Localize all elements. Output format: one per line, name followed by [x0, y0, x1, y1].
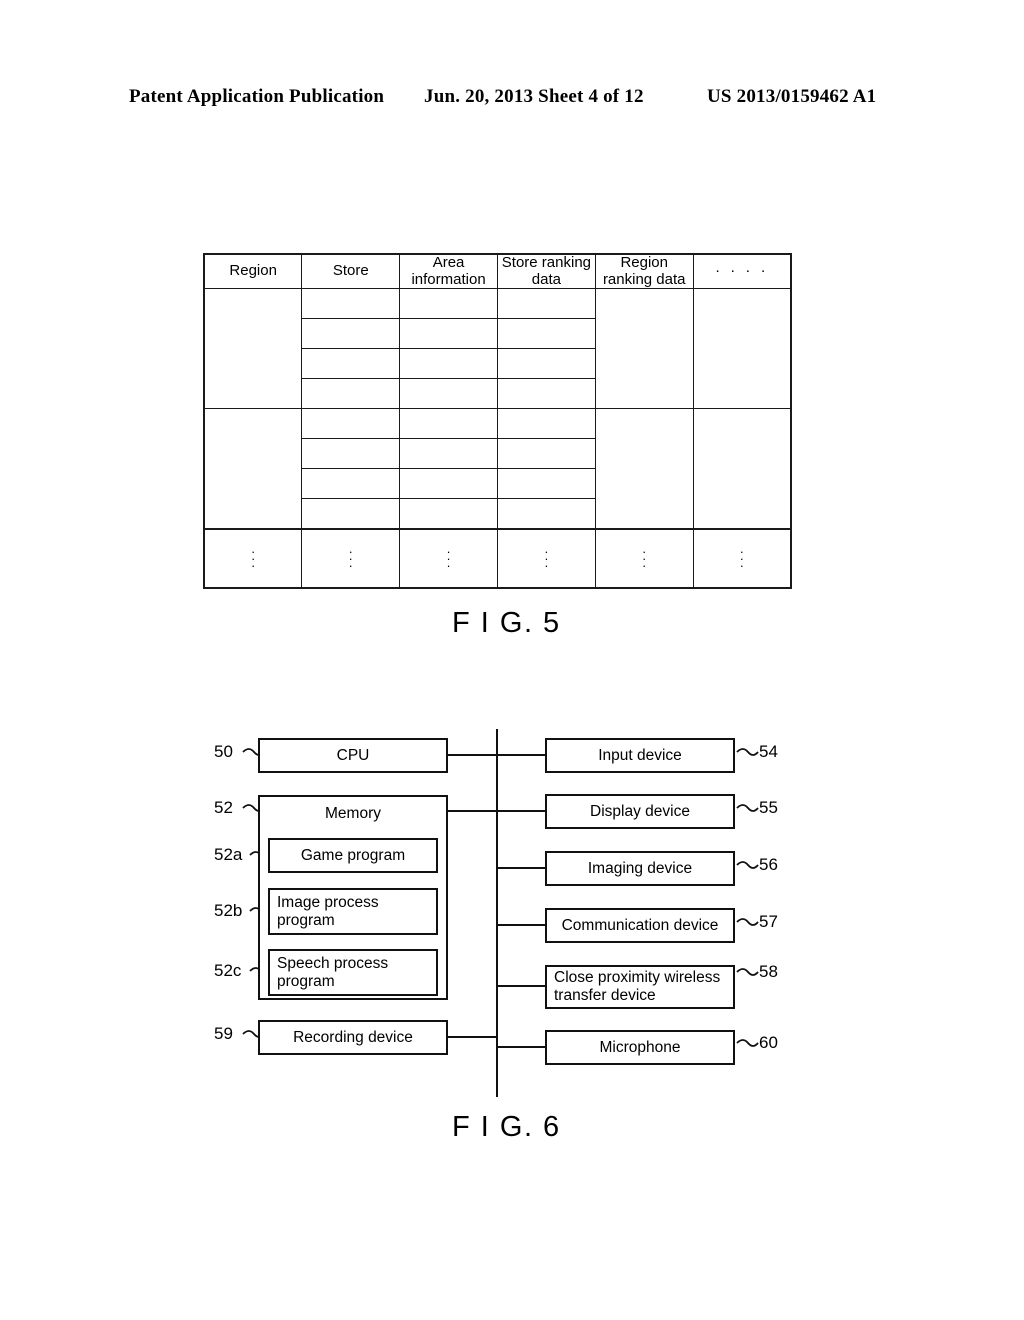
block-speech-process-program: Speech process program [268, 949, 438, 996]
ref-number-60: 60 [759, 1033, 778, 1052]
block-display-device-label: Display device [590, 802, 690, 820]
block-microphone: Microphone [545, 1030, 735, 1065]
block-communication-device: Communication device [545, 908, 735, 943]
block-image-process-program-label: Image process program [277, 893, 379, 929]
leader-54 [736, 748, 759, 756]
block-microphone-label: Microphone [599, 1038, 681, 1056]
block-imaging-device-label: Imaging device [587, 859, 693, 877]
block-imaging-device: Imaging device [545, 851, 735, 886]
block-memory-label: Memory [325, 805, 381, 822]
block-image-process-program: Image process program [268, 888, 438, 935]
block-close-proximity-wireless-transfer-device: Close proximity wireless transfer device [545, 965, 735, 1009]
ref-number-50: 50 [214, 742, 233, 761]
ref-number-52c: 52c [214, 961, 242, 980]
block-close-proximity-wireless-transfer-device-label: Close proximity wireless transfer device [554, 969, 721, 1004]
block-cpu: CPU [258, 738, 448, 773]
leader-56 [736, 861, 759, 869]
ref-number-54: 54 [759, 742, 778, 761]
block-input-device-label: Input device [598, 746, 682, 764]
figure-6-caption: F I G. 6 [452, 1111, 561, 1143]
ref-number-52a: 52a [214, 845, 243, 864]
leader-55 [736, 804, 759, 812]
block-recording-device-label: Recording device [293, 1028, 413, 1046]
ref-number-52b: 52b [214, 901, 243, 920]
ref-number-59: 59 [214, 1024, 233, 1043]
block-communication-device-label: Communication device [561, 916, 719, 934]
block-game-program-label: Game program [300, 846, 406, 864]
leader-60 [736, 1039, 759, 1047]
ref-number-57: 57 [759, 912, 778, 931]
ref-number-58: 58 [759, 962, 778, 981]
block-cpu-label: CPU [336, 746, 370, 764]
leader-57 [736, 918, 759, 926]
ref-number-56: 56 [759, 855, 778, 874]
block-display-device: Display device [545, 794, 735, 829]
block-game-program: Game program [268, 838, 438, 873]
ref-number-55: 55 [759, 798, 778, 817]
leader-58 [736, 968, 759, 976]
block-recording-device: Recording device [258, 1020, 448, 1055]
block-input-device: Input device [545, 738, 735, 773]
ref-number-52: 52 [214, 798, 233, 817]
block-speech-process-program-label: Speech process program [277, 954, 389, 990]
